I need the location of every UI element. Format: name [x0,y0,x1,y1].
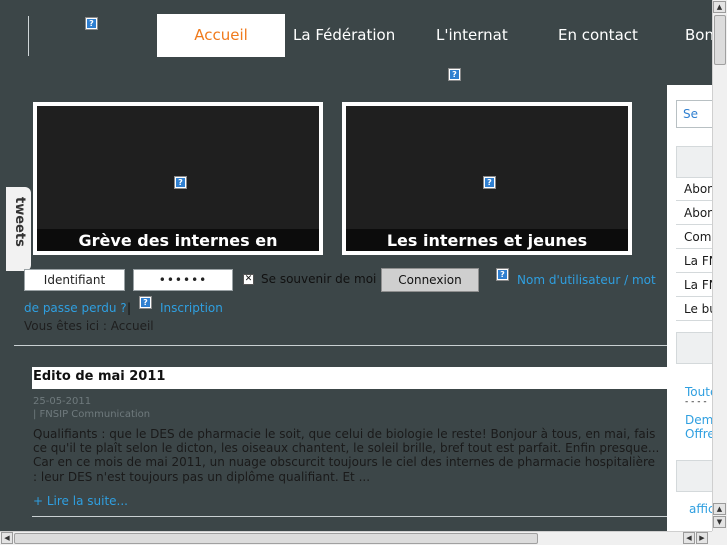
sidebar-search-input[interactable]: Se [676,100,712,128]
remember-me-checkbox[interactable]: ✕ [243,274,254,285]
link-separator: | [127,301,132,315]
horizontal-scrollbar[interactable]: ◀ ◀ ▶ [0,531,712,545]
username-field[interactable]: Identifiant [24,269,125,291]
password-field[interactable]: •••••• [133,269,233,291]
scroll-up-arrow-icon[interactable]: ▲ [713,503,726,515]
sidebar-link[interactable]: affic [689,502,712,516]
logo-divider [28,16,29,56]
scroll-right-arrow-icon[interactable]: ▶ [696,532,708,544]
article-author: | FNSIP Communication [33,409,151,420]
remember-me-label: Se souvenir de moi [261,272,377,286]
scroll-left-arrow-icon[interactable]: ◀ [1,532,13,544]
divider [14,345,667,346]
register-icon [139,296,152,309]
forgot-password-link[interactable]: Nom d'utilisateur / mot [517,273,656,287]
breadcrumb: Vous êtes ici : Accueil [24,319,154,333]
sidebar-section-header [676,146,712,178]
article-body: Qualifiants : que le DES de pharmacie le… [33,427,660,484]
sidebar-section-header-2 [676,332,712,364]
article-title[interactable]: Edito de mai 2011 [33,369,165,384]
tweets-tab[interactable]: tweets [6,187,31,271]
sidebar-link[interactable]: Dem [685,413,712,427]
sidebar-item[interactable]: La FN [676,273,712,297]
tab-la-federation[interactable]: La Fédération [293,14,395,57]
scroll-down-arrow-icon[interactable]: ▼ [713,516,726,528]
horizontal-scroll-thumb[interactable] [14,533,538,544]
slide-1-image-icon [174,176,187,189]
tab-linternat[interactable]: L'internat [436,14,508,57]
sidebar-item[interactable]: Le bu [676,297,712,321]
sidebar-item[interactable]: La FN [676,249,712,273]
article-divider [32,516,667,517]
sidebar-item[interactable]: Abon [676,177,712,201]
slide-2[interactable]: Les internes et jeunes [342,102,632,255]
forgot-password-link-cont[interactable]: de passe perdu ? [24,301,127,315]
scrollbar-corner [712,531,727,545]
sidebar-link[interactable]: Offre [685,427,712,441]
sidebar-item[interactable]: Abon [676,201,712,225]
banner-image-icon [448,68,461,81]
vertical-scrollbar[interactable]: ▲ ▲ ▼ [712,0,727,531]
article-title-bar: Edito de mai 2011 [32,367,667,389]
slide-2-caption: Les internes et jeunes [346,229,628,251]
scroll-up-arrow-icon[interactable]: ▲ [713,1,726,13]
tweets-label: tweets [12,197,27,247]
login-button[interactable]: Connexion [381,268,479,292]
sidebar-item[interactable]: Com [676,225,712,249]
right-sidebar: Se Abon Abon Com La FN La FN Le bu Toute… [667,85,712,531]
slide-1-frame: Grève des internes en [37,106,319,251]
tab-en-contact[interactable]: En contact [558,14,638,57]
slide-2-frame: Les internes et jeunes [346,106,628,251]
forgot-password-icon [496,268,509,281]
article-date: 25-05-2011 [33,396,92,407]
tab-bon[interactable]: Bon [685,14,714,57]
slide-1-caption: Grève des internes en [37,229,319,251]
scroll-left-arrow-icon[interactable]: ◀ [683,532,695,544]
logo-image-icon[interactable] [85,17,98,30]
slide-1[interactable]: Grève des internes en [33,102,323,255]
register-link[interactable]: Inscription [160,301,223,315]
sidebar-link-separator: - - - - [685,397,707,407]
sidebar-section-header-3 [676,460,712,492]
tab-accueil[interactable]: Accueil [157,14,285,57]
read-more-link[interactable]: + Lire la suite... [33,494,128,508]
slide-2-image-icon [483,176,496,189]
vertical-scroll-thumb[interactable] [714,15,726,65]
